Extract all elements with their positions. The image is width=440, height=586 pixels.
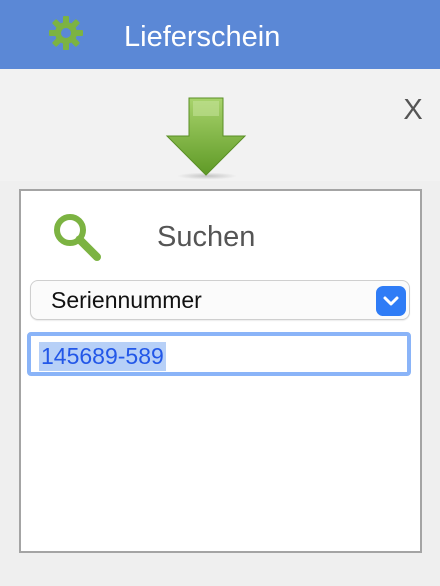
serial-number-input[interactable]: 145689-589: [27, 332, 411, 376]
close-button[interactable]: X: [400, 94, 426, 126]
window-title: Lieferschein: [124, 21, 281, 53]
search-icon: [54, 214, 101, 261]
search-field-select[interactable]: Seriennummer: [30, 280, 410, 320]
select-value: Seriennummer: [51, 287, 202, 313]
chevron-down-icon: [376, 286, 406, 316]
gear-icon: [49, 16, 83, 50]
download-arrow-icon: [165, 97, 247, 180]
input-value: 145689-589: [39, 342, 166, 371]
title-bar: Lieferschein: [0, 0, 440, 69]
search-label: Suchen: [157, 221, 256, 253]
